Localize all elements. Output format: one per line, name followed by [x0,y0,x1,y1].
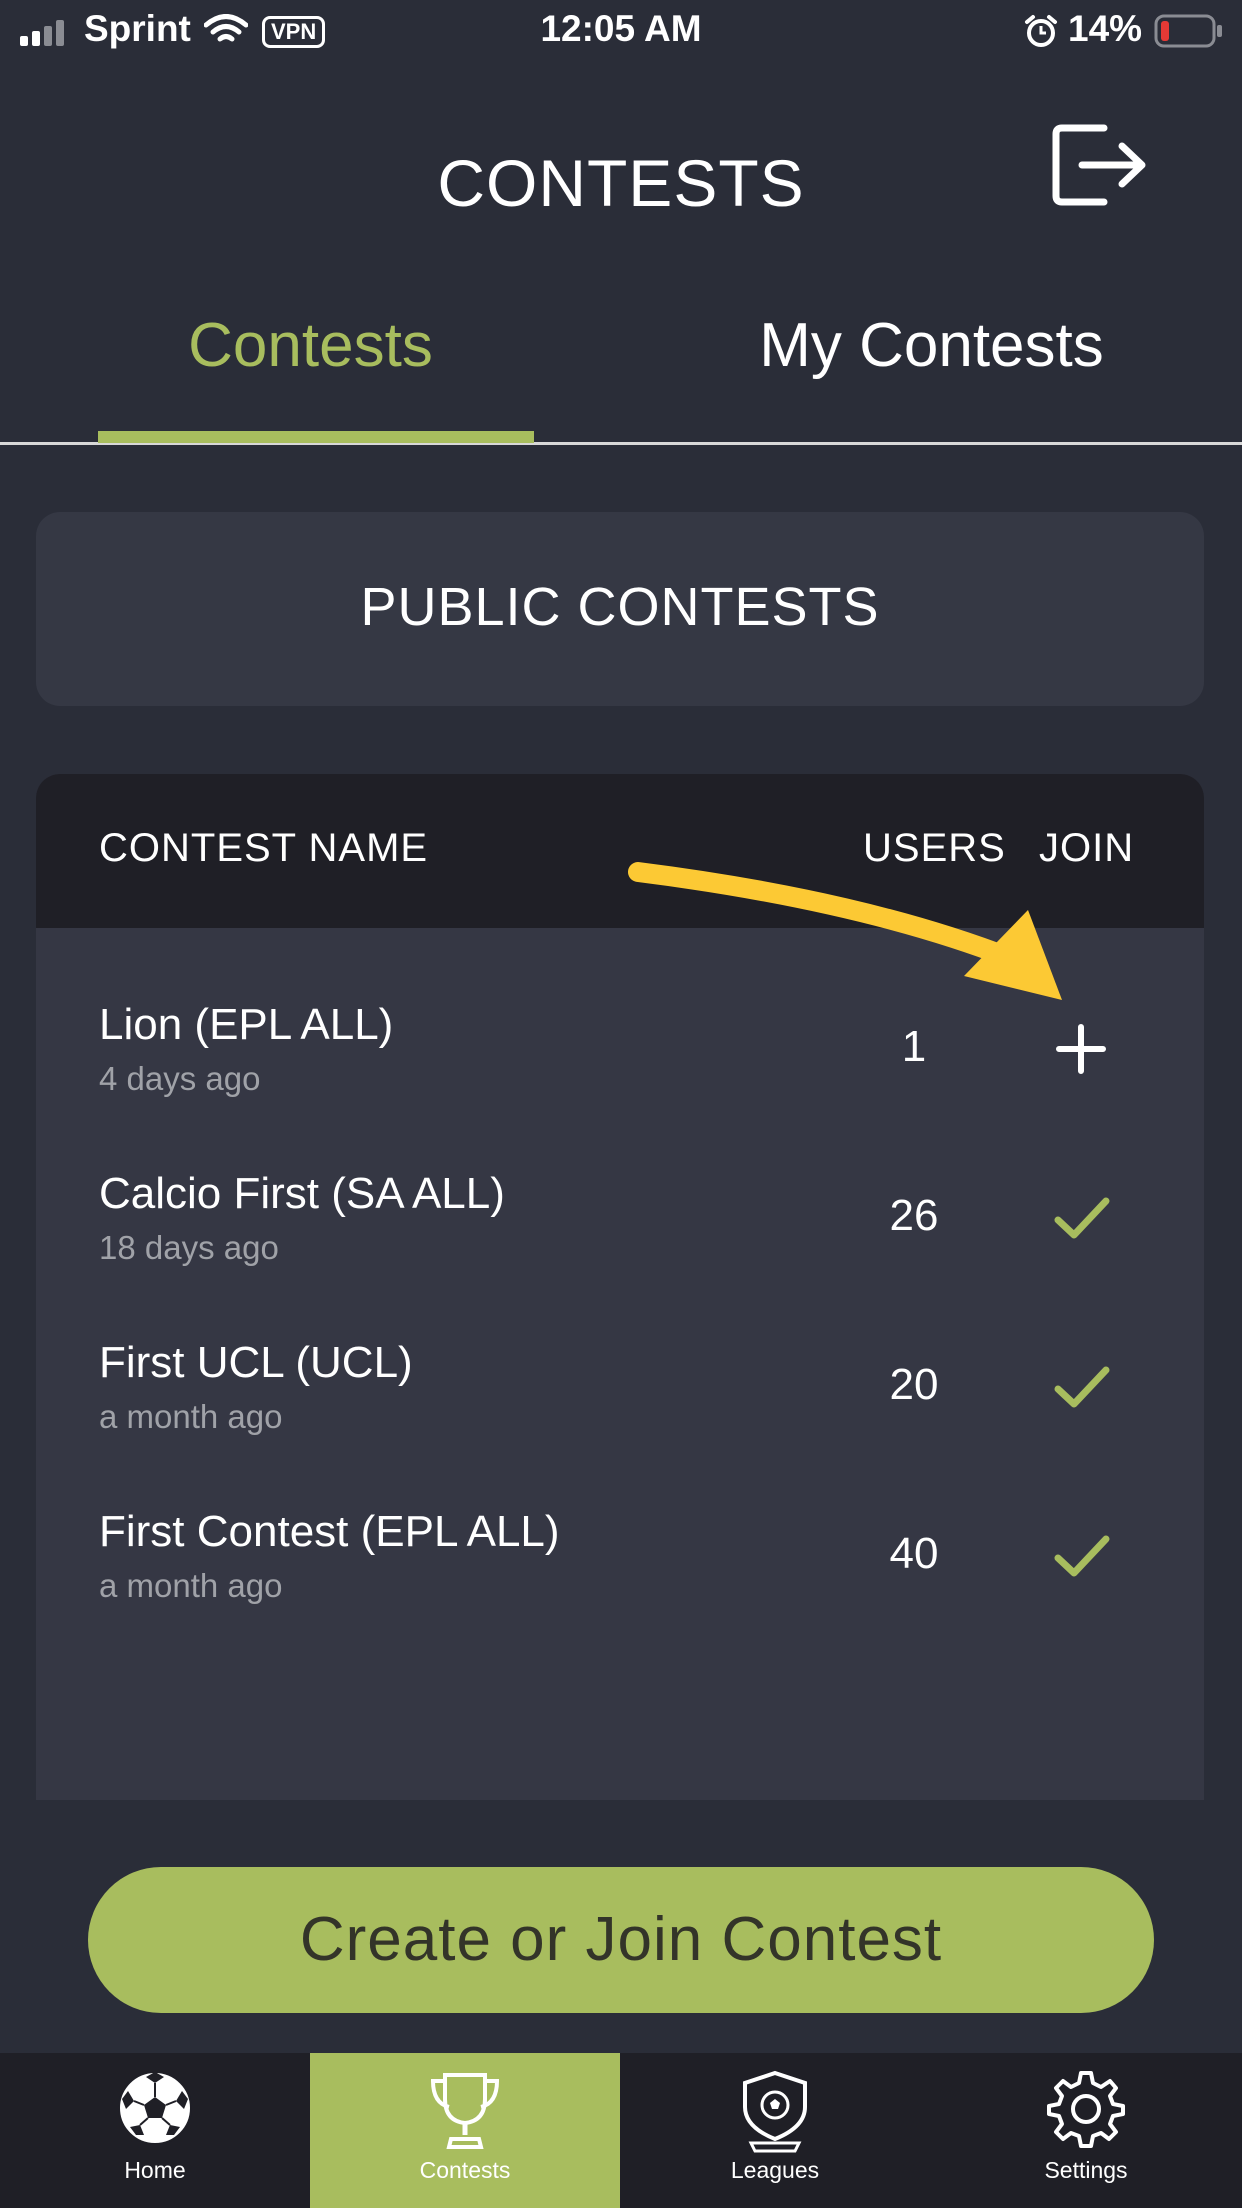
trophy-icon [430,2073,500,2149]
soccer-ball-icon [118,2071,192,2145]
table-header: CONTEST NAME USERS JOIN [36,774,1204,928]
nav-item-contests[interactable]: Contests [310,2053,620,2208]
contest-created-time: a month ago [99,1398,283,1435]
nav-label: Settings [1044,2157,1128,2183]
contests-table: CONTEST NAME USERS JOIN Lion (EPL ALL) 4… [36,774,1204,1800]
nav-label: Contests [419,2157,511,2183]
battery-icon [1154,14,1222,48]
table-row[interactable]: Calcio First (SA ALL) 18 days ago 26 [36,1147,1204,1316]
check-icon [1054,1366,1110,1408]
bottom-nav: Home Contests Leagues Settings [0,2053,1242,2208]
contest-user-count: 40 [889,1529,939,1578]
contest-created-time: 18 days ago [99,1229,279,1266]
contest-created-time: 4 days ago [99,1060,261,1097]
contest-created-time: a month ago [99,1567,283,1604]
check-icon [1054,1535,1110,1577]
tab-contests[interactable]: Contests [0,310,621,381]
nav-item-home[interactable]: Home [0,2053,310,2208]
battery-percentage: 14% [1068,8,1143,49]
nav-label: Leagues [730,2157,820,2183]
public-contests-header: PUBLIC CONTESTS [36,512,1204,706]
column-users: USERS [863,826,1006,870]
nav-item-settings[interactable]: Settings [930,2053,1242,2208]
logout-icon[interactable] [1052,122,1148,208]
create-or-join-contest-button[interactable]: Create or Join Contest [88,1867,1154,2013]
contest-name: Lion (EPL ALL) [99,1000,394,1049]
table-row[interactable]: Lion (EPL ALL) 4 days ago 1 [36,978,1204,1147]
contest-user-count: 20 [889,1360,939,1409]
gear-icon [1047,2071,1125,2148]
alarm-icon [1025,15,1057,47]
shield-icon [743,2070,807,2153]
column-contest-name: CONTEST NAME [99,826,429,870]
nav-label: Home [124,2157,186,2183]
check-icon [1054,1197,1110,1239]
tab-my-contests[interactable]: My Contests [621,310,1242,381]
public-contests-title: PUBLIC CONTESTS [360,577,880,637]
plus-icon[interactable] [1046,1014,1116,1084]
contest-user-count: 26 [889,1191,939,1240]
nav-item-leagues[interactable]: Leagues [620,2053,930,2208]
contest-name: Calcio First (SA ALL) [99,1169,505,1218]
status-bar: Sprint VPN 12:05 AM 14% [0,0,1242,62]
column-join: JOIN [1039,826,1135,870]
active-tab-indicator [98,431,534,443]
contest-name: First UCL (UCL) [99,1338,413,1387]
contest-user-count: 1 [901,1022,927,1071]
table-row[interactable]: First Contest (EPL ALL) a month ago 40 [36,1485,1204,1654]
contest-name: First Contest (EPL ALL) [99,1507,560,1556]
table-row[interactable]: First UCL (UCL) a month ago 20 [36,1316,1204,1485]
